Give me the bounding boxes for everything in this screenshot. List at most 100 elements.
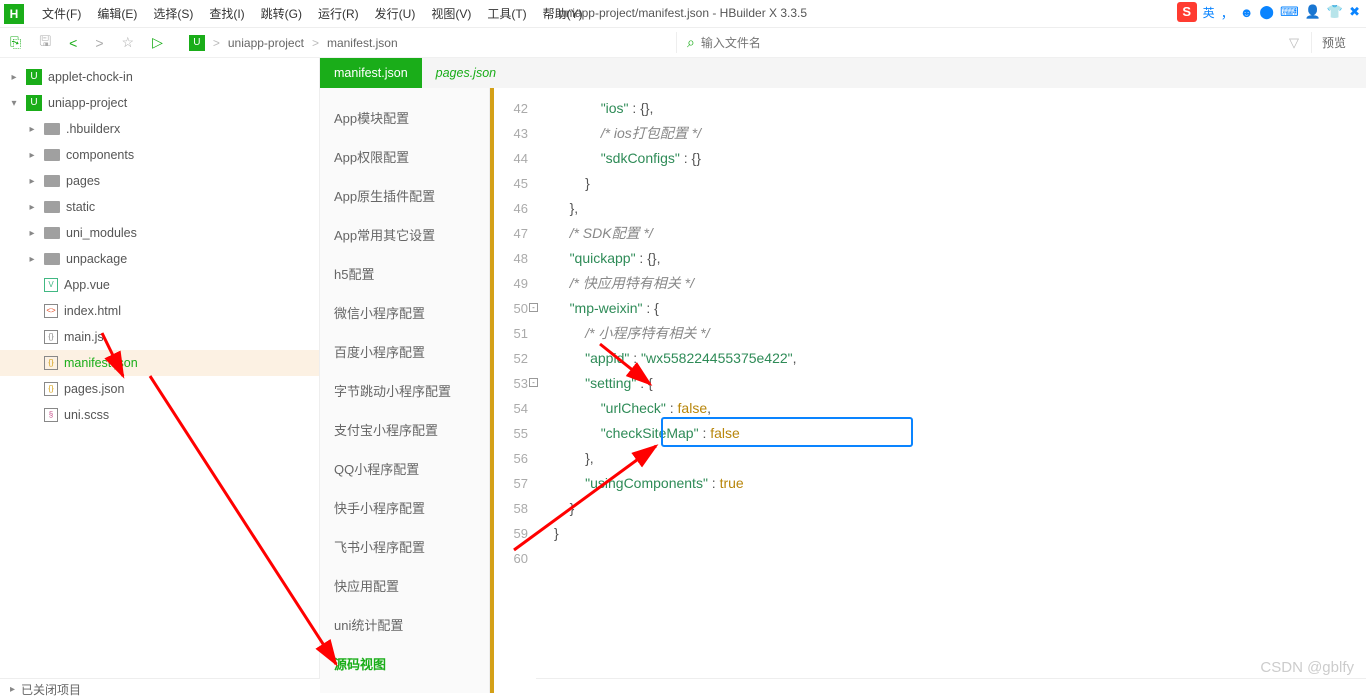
config-item[interactable]: uni统计配置 xyxy=(320,605,489,644)
config-item[interactable]: QQ小程序配置 xyxy=(320,449,489,488)
breadcrumb-file[interactable]: manifest.json xyxy=(327,36,398,50)
breadcrumb-project[interactable]: uniapp-project xyxy=(228,36,304,50)
tree-file[interactable]: {}manifest.json xyxy=(0,350,319,376)
code-line[interactable]: "usingComponents" : true xyxy=(554,471,1366,496)
tree-folder[interactable]: ▸.hbuilderx xyxy=(0,116,319,142)
code-line[interactable]: /* ios打包配置 */ xyxy=(554,121,1366,146)
line-number: 57 xyxy=(494,471,528,496)
config-item[interactable]: 微信小程序配置 xyxy=(320,293,489,332)
config-item[interactable]: App权限配置 xyxy=(320,137,489,176)
project-tree: ▸Uapplet-chock-in ▾Uuniapp-project ▸.hbu… xyxy=(0,58,320,678)
code-line[interactable]: "quickapp" : {}, xyxy=(554,246,1366,271)
code-line[interactable]: } xyxy=(554,171,1366,196)
save-icon[interactable]: 🖫 xyxy=(39,31,51,55)
code-line[interactable]: "sdkConfigs" : {} xyxy=(554,146,1366,171)
config-sidebar: App模块配置App权限配置App原生插件配置App常用其它设置h5配置微信小程… xyxy=(320,88,490,693)
menu-item[interactable]: 跳转(G) xyxy=(253,7,310,21)
code-editor[interactable]: 424344454647484950-515253-54555657585960… xyxy=(490,88,1366,693)
tree-project[interactable]: ▾Uuniapp-project xyxy=(0,90,319,116)
code-line[interactable]: /* 小程序特有相关 */ xyxy=(554,321,1366,346)
config-item[interactable]: 百度小程序配置 xyxy=(320,332,489,371)
ime-lang[interactable]: 英 xyxy=(1203,4,1215,21)
menu-item[interactable]: 编辑(E) xyxy=(89,7,145,21)
tab-manifest[interactable]: manifest.json xyxy=(320,58,422,88)
line-number: 55 xyxy=(494,421,528,446)
tree-folder[interactable]: ▸uni_modules xyxy=(0,220,319,246)
tree-folder[interactable]: ▸unpackage xyxy=(0,246,319,272)
highlight-box xyxy=(661,417,913,447)
forward-icon[interactable]: > xyxy=(95,35,103,51)
tree-file[interactable]: <>index.html xyxy=(0,298,319,324)
config-item[interactable]: App模块配置 xyxy=(320,98,489,137)
star-icon[interactable]: ☆ xyxy=(122,34,135,51)
ime-keyboard-icon[interactable]: ⌨ xyxy=(1280,4,1299,20)
config-item[interactable]: h5配置 xyxy=(320,254,489,293)
menu-item[interactable]: 运行(R) xyxy=(310,7,367,21)
tree-folder[interactable]: ▸components xyxy=(0,142,319,168)
ime-mic-icon[interactable]: ⬤ xyxy=(1259,4,1274,20)
ime-shirt-icon[interactable]: 👕 xyxy=(1327,4,1343,20)
line-number: 58 xyxy=(494,496,528,521)
config-item[interactable]: App常用其它设置 xyxy=(320,215,489,254)
code-line[interactable]: "setting" : { xyxy=(554,371,1366,396)
code-line[interactable]: } xyxy=(554,496,1366,521)
ime-tool-icon[interactable]: ✖ xyxy=(1349,4,1360,20)
line-number: 49 xyxy=(494,271,528,296)
line-number: 51 xyxy=(494,321,528,346)
code-line[interactable]: }, xyxy=(554,446,1366,471)
filter-icon[interactable]: ▽ xyxy=(1289,35,1299,51)
line-number: 53- xyxy=(494,371,528,396)
menu-item[interactable]: 发行(U) xyxy=(367,7,424,21)
menu-item[interactable]: 视图(V) xyxy=(423,7,479,21)
code-line[interactable]: /* SDK配置 */ xyxy=(554,221,1366,246)
tree-project[interactable]: ▸Uapplet-chock-in xyxy=(0,64,319,90)
preview-button[interactable]: 预览 xyxy=(1311,32,1356,53)
line-number: 43 xyxy=(494,121,528,146)
code-line[interactable]: "appid" : "wx558224455375e422", xyxy=(554,346,1366,371)
config-item[interactable]: 快手小程序配置 xyxy=(320,488,489,527)
tree-file[interactable]: {}main.js xyxy=(0,324,319,350)
config-item[interactable]: App原生插件配置 xyxy=(320,176,489,215)
ime-bar: S 英 ， ☻ ⬤ ⌨ 👤 👕 ✖ xyxy=(1177,2,1360,22)
run-icon[interactable]: ▷ xyxy=(152,34,163,51)
line-number: 48 xyxy=(494,246,528,271)
menu-item[interactable]: 工具(T) xyxy=(479,7,534,21)
tree-file[interactable]: {}pages.json xyxy=(0,376,319,402)
menu-item[interactable]: 查找(I) xyxy=(201,7,252,21)
line-number: 54 xyxy=(494,396,528,421)
config-item[interactable]: 字节跳动小程序配置 xyxy=(320,371,489,410)
tree-file[interactable]: §uni.scss xyxy=(0,402,319,428)
ime-icon[interactable]: ， xyxy=(1221,3,1234,22)
ime-emoji-icon[interactable]: ☻ xyxy=(1240,5,1254,20)
code-line[interactable]: /* 快应用特有相关 */ xyxy=(554,271,1366,296)
watermark: CSDN @gblfy xyxy=(1260,659,1354,676)
chevron-right-icon[interactable]: ▸ xyxy=(10,684,15,695)
config-item[interactable]: 飞书小程序配置 xyxy=(320,527,489,566)
search-icon[interactable]: ⌕ xyxy=(687,34,695,51)
line-number: 42 xyxy=(494,96,528,121)
sogou-ime-icon[interactable]: S xyxy=(1177,2,1197,22)
tree-folder[interactable]: ▸pages xyxy=(0,168,319,194)
menu-item[interactable]: 文件(F) xyxy=(34,7,89,21)
config-item[interactable]: 源码视图 xyxy=(320,644,489,683)
config-item[interactable]: 快应用配置 xyxy=(320,566,489,605)
config-item[interactable]: 支付宝小程序配置 xyxy=(320,410,489,449)
code-line[interactable] xyxy=(554,546,1366,571)
menu-item[interactable]: 选择(S) xyxy=(145,7,201,21)
tree-file[interactable]: VApp.vue xyxy=(0,272,319,298)
tab-pages[interactable]: pages.json xyxy=(422,58,510,88)
ime-person-icon[interactable]: 👤 xyxy=(1305,4,1321,20)
code-line[interactable]: } xyxy=(554,521,1366,546)
code-line[interactable]: "mp-weixin" : { xyxy=(554,296,1366,321)
back-icon[interactable]: < xyxy=(69,35,77,51)
app-logo: H xyxy=(4,4,24,24)
tree-folder[interactable]: ▸static xyxy=(0,194,319,220)
code-line[interactable]: }, xyxy=(554,196,1366,221)
search-input[interactable] xyxy=(701,36,1289,50)
window-title: uniapp-project/manifest.json - HBuilder … xyxy=(559,6,807,20)
line-number: 50- xyxy=(494,296,528,321)
line-number: 46 xyxy=(494,196,528,221)
code-line[interactable]: "ios" : {}, xyxy=(554,96,1366,121)
new-file-icon[interactable]: ⎘ xyxy=(10,34,21,51)
editor-tabs: manifest.json pages.json xyxy=(320,58,1366,88)
